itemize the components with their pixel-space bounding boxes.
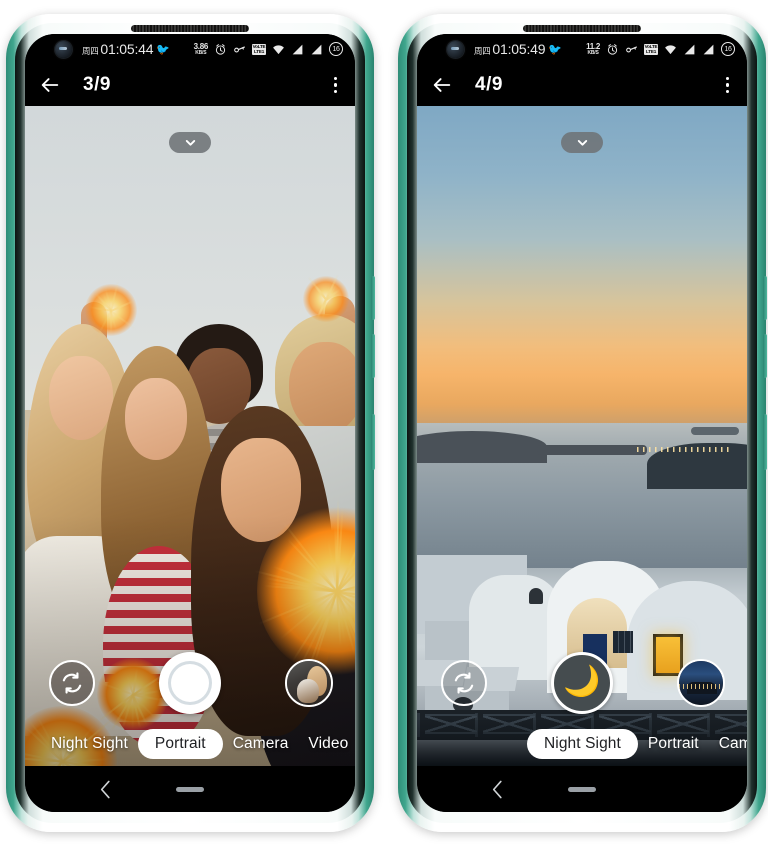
nav-back-icon[interactable]	[491, 780, 504, 799]
status-icons: 11.2 KB/S VoLTE LTE1 16	[586, 42, 735, 56]
camera-viewfinder-left[interactable]: Night Sight Portrait Camera Video	[25, 106, 355, 766]
app-bar: 3/9	[25, 64, 355, 106]
network-speed-indicator: 3.86 KB/S	[194, 43, 208, 56]
nav-home-pill[interactable]	[568, 787, 596, 792]
device-bezel: 周四 01:05:44 🐦 3.86 KB/S VoLTE LTE1 16 3/…	[15, 23, 365, 823]
wifi-icon	[664, 43, 677, 56]
network-speed-indicator: 11.2 KB/S	[586, 43, 600, 56]
mode-portrait[interactable]: Portrait	[638, 735, 709, 753]
chevron-down-icon	[575, 135, 590, 150]
nav-back-icon[interactable]	[99, 780, 112, 799]
earpiece-grille	[523, 25, 641, 32]
front-camera-punch-hole	[55, 41, 72, 58]
status-bar: 周四 01:05:44 🐦 3.86 KB/S VoLTE LTE1 16	[25, 34, 355, 64]
phone-device-left: 周四 01:05:44 🐦 3.86 KB/S VoLTE LTE1 16 3/…	[6, 14, 374, 832]
camera-flip-button[interactable]	[441, 660, 487, 706]
chevron-down-icon	[183, 135, 198, 150]
vpn-key-icon	[625, 43, 638, 56]
system-navigation-bar	[25, 766, 355, 812]
camera-controls	[25, 652, 355, 714]
network-speed-unit: KB/S	[195, 51, 206, 56]
volte-icon: VoLTE LTE1	[644, 44, 658, 55]
status-bar: 周四 01:05:49 🐦 11.2 KB/S VoLTE LTE1 16	[417, 34, 747, 64]
mode-camera[interactable]: Camera	[223, 735, 299, 753]
camera-flip-button[interactable]	[49, 660, 95, 706]
signal-icon	[702, 43, 715, 56]
earpiece-grille	[131, 25, 249, 32]
camera-flip-icon	[451, 670, 477, 696]
status-time: 01:05:44	[100, 41, 153, 57]
system-navigation-bar	[417, 766, 747, 812]
nav-home-pill[interactable]	[176, 787, 204, 792]
camera-mode-selector-left[interactable]: Night Sight Portrait Camera Video	[25, 728, 355, 760]
phone-device-right: 周四 01:05:49 🐦 11.2 KB/S VoLTE LTE1 16 4/…	[398, 14, 766, 832]
status-icons: 3.86 KB/S VoLTE LTE1 16	[194, 42, 343, 56]
back-arrow-icon[interactable]	[39, 74, 61, 96]
moon-icon: 🌙	[563, 667, 600, 697]
shutter-button[interactable]: 🌙	[551, 652, 613, 714]
camera-mode-selector-right[interactable]: Night Sight Portrait Camer	[417, 728, 747, 760]
expand-controls-button[interactable]	[169, 132, 211, 153]
status-time: 01:05:49	[492, 41, 545, 57]
signal-icon	[291, 43, 304, 56]
bird-icon: 🐦	[156, 43, 170, 56]
volume-up-button[interactable]	[371, 276, 375, 320]
page-title: 3/9	[83, 74, 111, 96]
mode-video[interactable]: Video	[298, 735, 355, 753]
battery-indicator: 16	[329, 42, 343, 56]
status-weekday: 周四	[82, 45, 98, 57]
camera-viewfinder-right[interactable]: 🌙 Night Sight Portrait Camer	[417, 106, 747, 766]
app-bar: 4/9	[417, 64, 747, 106]
status-weekday: 周四	[474, 45, 490, 57]
alarm-icon	[606, 43, 619, 56]
overflow-menu-icon[interactable]	[330, 73, 341, 98]
mode-night-sight[interactable]: Night Sight	[41, 735, 138, 753]
expand-controls-button[interactable]	[561, 132, 603, 153]
device-bezel: 周四 01:05:49 🐦 11.2 KB/S VoLTE LTE1 16 4/…	[407, 23, 757, 823]
signal-icon	[683, 43, 696, 56]
volume-up-button[interactable]	[763, 276, 767, 320]
mode-camera[interactable]: Camer	[709, 735, 747, 753]
device-screen-left: 周四 01:05:44 🐦 3.86 KB/S VoLTE LTE1 16 3/…	[25, 34, 355, 812]
front-camera-punch-hole	[447, 41, 464, 58]
mode-night-sight[interactable]: Night Sight	[527, 729, 638, 759]
overflow-menu-icon[interactable]	[722, 73, 733, 98]
volte-icon: VoLTE LTE1	[252, 44, 266, 55]
battery-indicator: 16	[721, 42, 735, 56]
signal-icon	[310, 43, 323, 56]
vpn-key-icon	[233, 43, 246, 56]
camera-controls: 🌙	[417, 652, 747, 714]
power-button[interactable]	[371, 414, 375, 470]
bird-icon: 🐦	[548, 43, 562, 56]
power-button[interactable]	[763, 414, 767, 470]
last-photo-thumbnail[interactable]	[677, 659, 725, 707]
volume-down-button[interactable]	[371, 334, 375, 378]
camera-flip-icon	[59, 670, 85, 696]
alarm-icon	[214, 43, 227, 56]
last-photo-thumbnail[interactable]	[285, 659, 333, 707]
mode-portrait[interactable]: Portrait	[138, 729, 223, 759]
volume-down-button[interactable]	[763, 334, 767, 378]
network-speed-unit: KB/S	[587, 51, 598, 56]
screenshot-canvas: 周四 01:05:44 🐦 3.86 KB/S VoLTE LTE1 16 3/…	[0, 0, 768, 846]
back-arrow-icon[interactable]	[431, 74, 453, 96]
shutter-button[interactable]	[159, 652, 221, 714]
page-title: 4/9	[475, 74, 503, 96]
status-clock: 周四 01:05:49	[474, 41, 545, 57]
device-screen-right: 周四 01:05:49 🐦 11.2 KB/S VoLTE LTE1 16 4/…	[417, 34, 747, 812]
wifi-icon	[272, 43, 285, 56]
status-clock: 周四 01:05:44	[82, 41, 153, 57]
